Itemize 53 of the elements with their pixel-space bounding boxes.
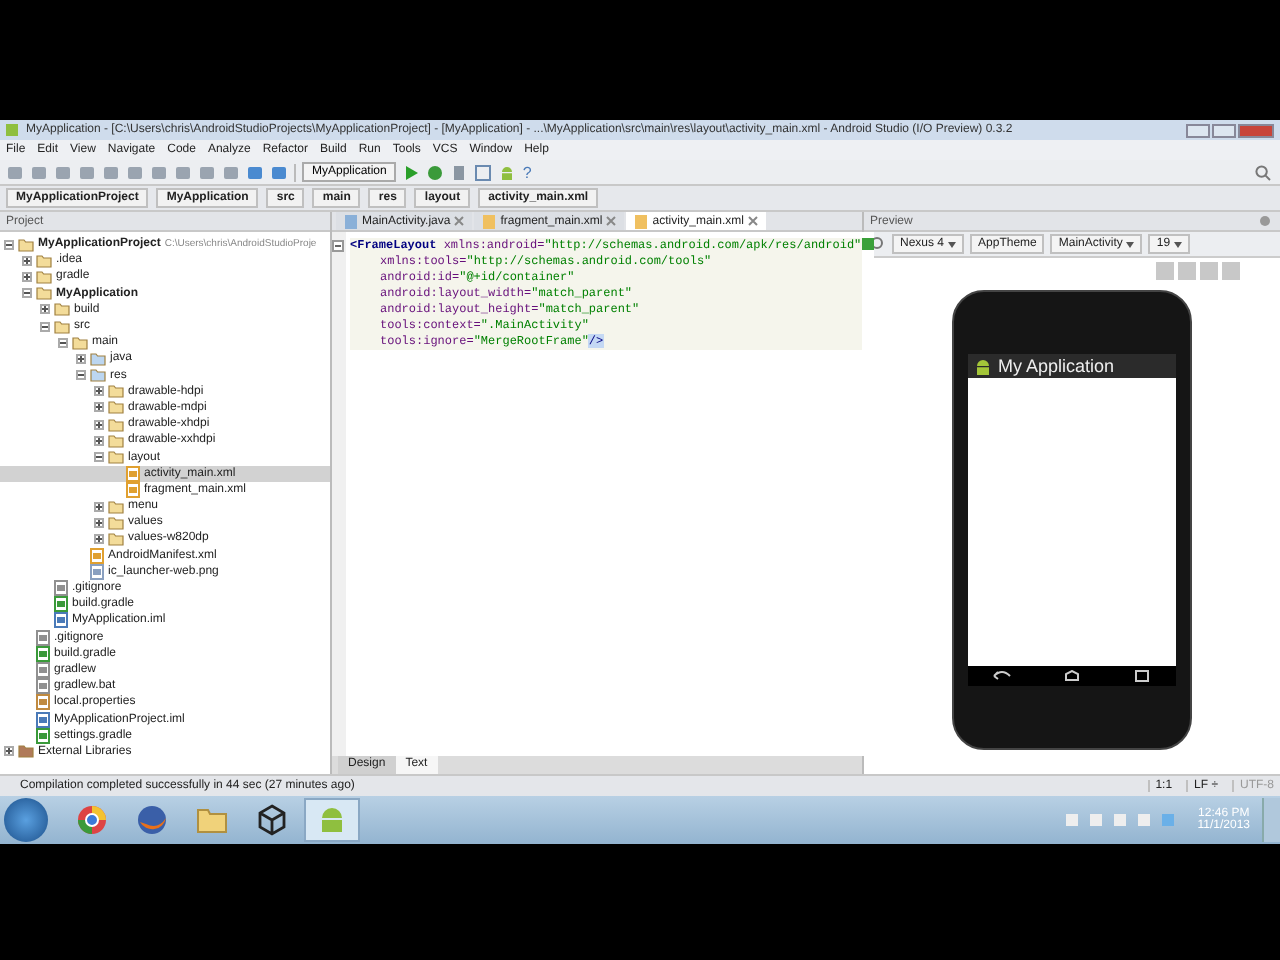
expand-toggle[interactable] [94,435,104,446]
expand-toggle[interactable] [94,419,104,430]
grid-icon[interactable] [474,163,493,181]
expand-toggle[interactable] [58,337,68,348]
robot-icon [316,804,348,836]
robot-icon [974,357,992,375]
close-button[interactable] [1238,123,1274,137]
expand-toggle[interactable] [76,353,86,364]
expand-toggle[interactable] [40,304,50,315]
home-icon [1061,670,1082,682]
caret-icon [1174,241,1183,247]
browser-icon [136,804,168,836]
caret-icon [948,241,957,247]
browser-icon [76,804,108,836]
file-icon [634,213,649,229]
expand-toggle[interactable] [94,402,104,413]
maximize-button[interactable] [1212,123,1236,137]
circle-file-icon [36,727,50,744]
zoom-icon[interactable] [870,236,886,252]
file-icon [482,213,497,229]
expand-toggle[interactable] [4,746,14,757]
image-file-icon [90,563,104,580]
circle-file-icon [54,596,68,613]
fold-icon[interactable] [332,240,344,252]
expand-toggle[interactable] [94,452,104,463]
circle-file-icon [36,645,50,662]
library-icon [18,744,34,759]
expand-toggle[interactable] [76,370,86,381]
expand-toggle[interactable] [94,533,104,544]
expand-toggle[interactable] [40,321,50,332]
start-button[interactable] [4,798,48,842]
expand-toggle[interactable] [22,255,32,266]
close-icon[interactable] [747,216,758,226]
caret-icon [1126,241,1135,247]
debug-icon[interactable] [426,163,445,181]
help-button[interactable]: ? [522,163,532,181]
file-icon [90,547,104,564]
expand-toggle[interactable] [94,517,104,528]
class-file-icon [344,213,358,229]
expand-toggle[interactable] [94,501,104,512]
expand-toggle[interactable] [4,239,14,250]
app-icon [4,122,20,138]
robot-icon[interactable] [498,163,517,181]
close-icon[interactable] [606,216,617,226]
cube-icon [256,804,288,836]
expand-toggle[interactable] [22,288,32,299]
recent-apps-icon [1131,670,1152,682]
app-title: My Application [998,356,1115,376]
close-icon[interactable] [454,216,465,226]
search-icon[interactable] [1254,163,1272,181]
minimize-button[interactable] [1186,123,1210,137]
expand-toggle[interactable] [94,386,104,397]
expand-toggle[interactable] [22,271,32,282]
